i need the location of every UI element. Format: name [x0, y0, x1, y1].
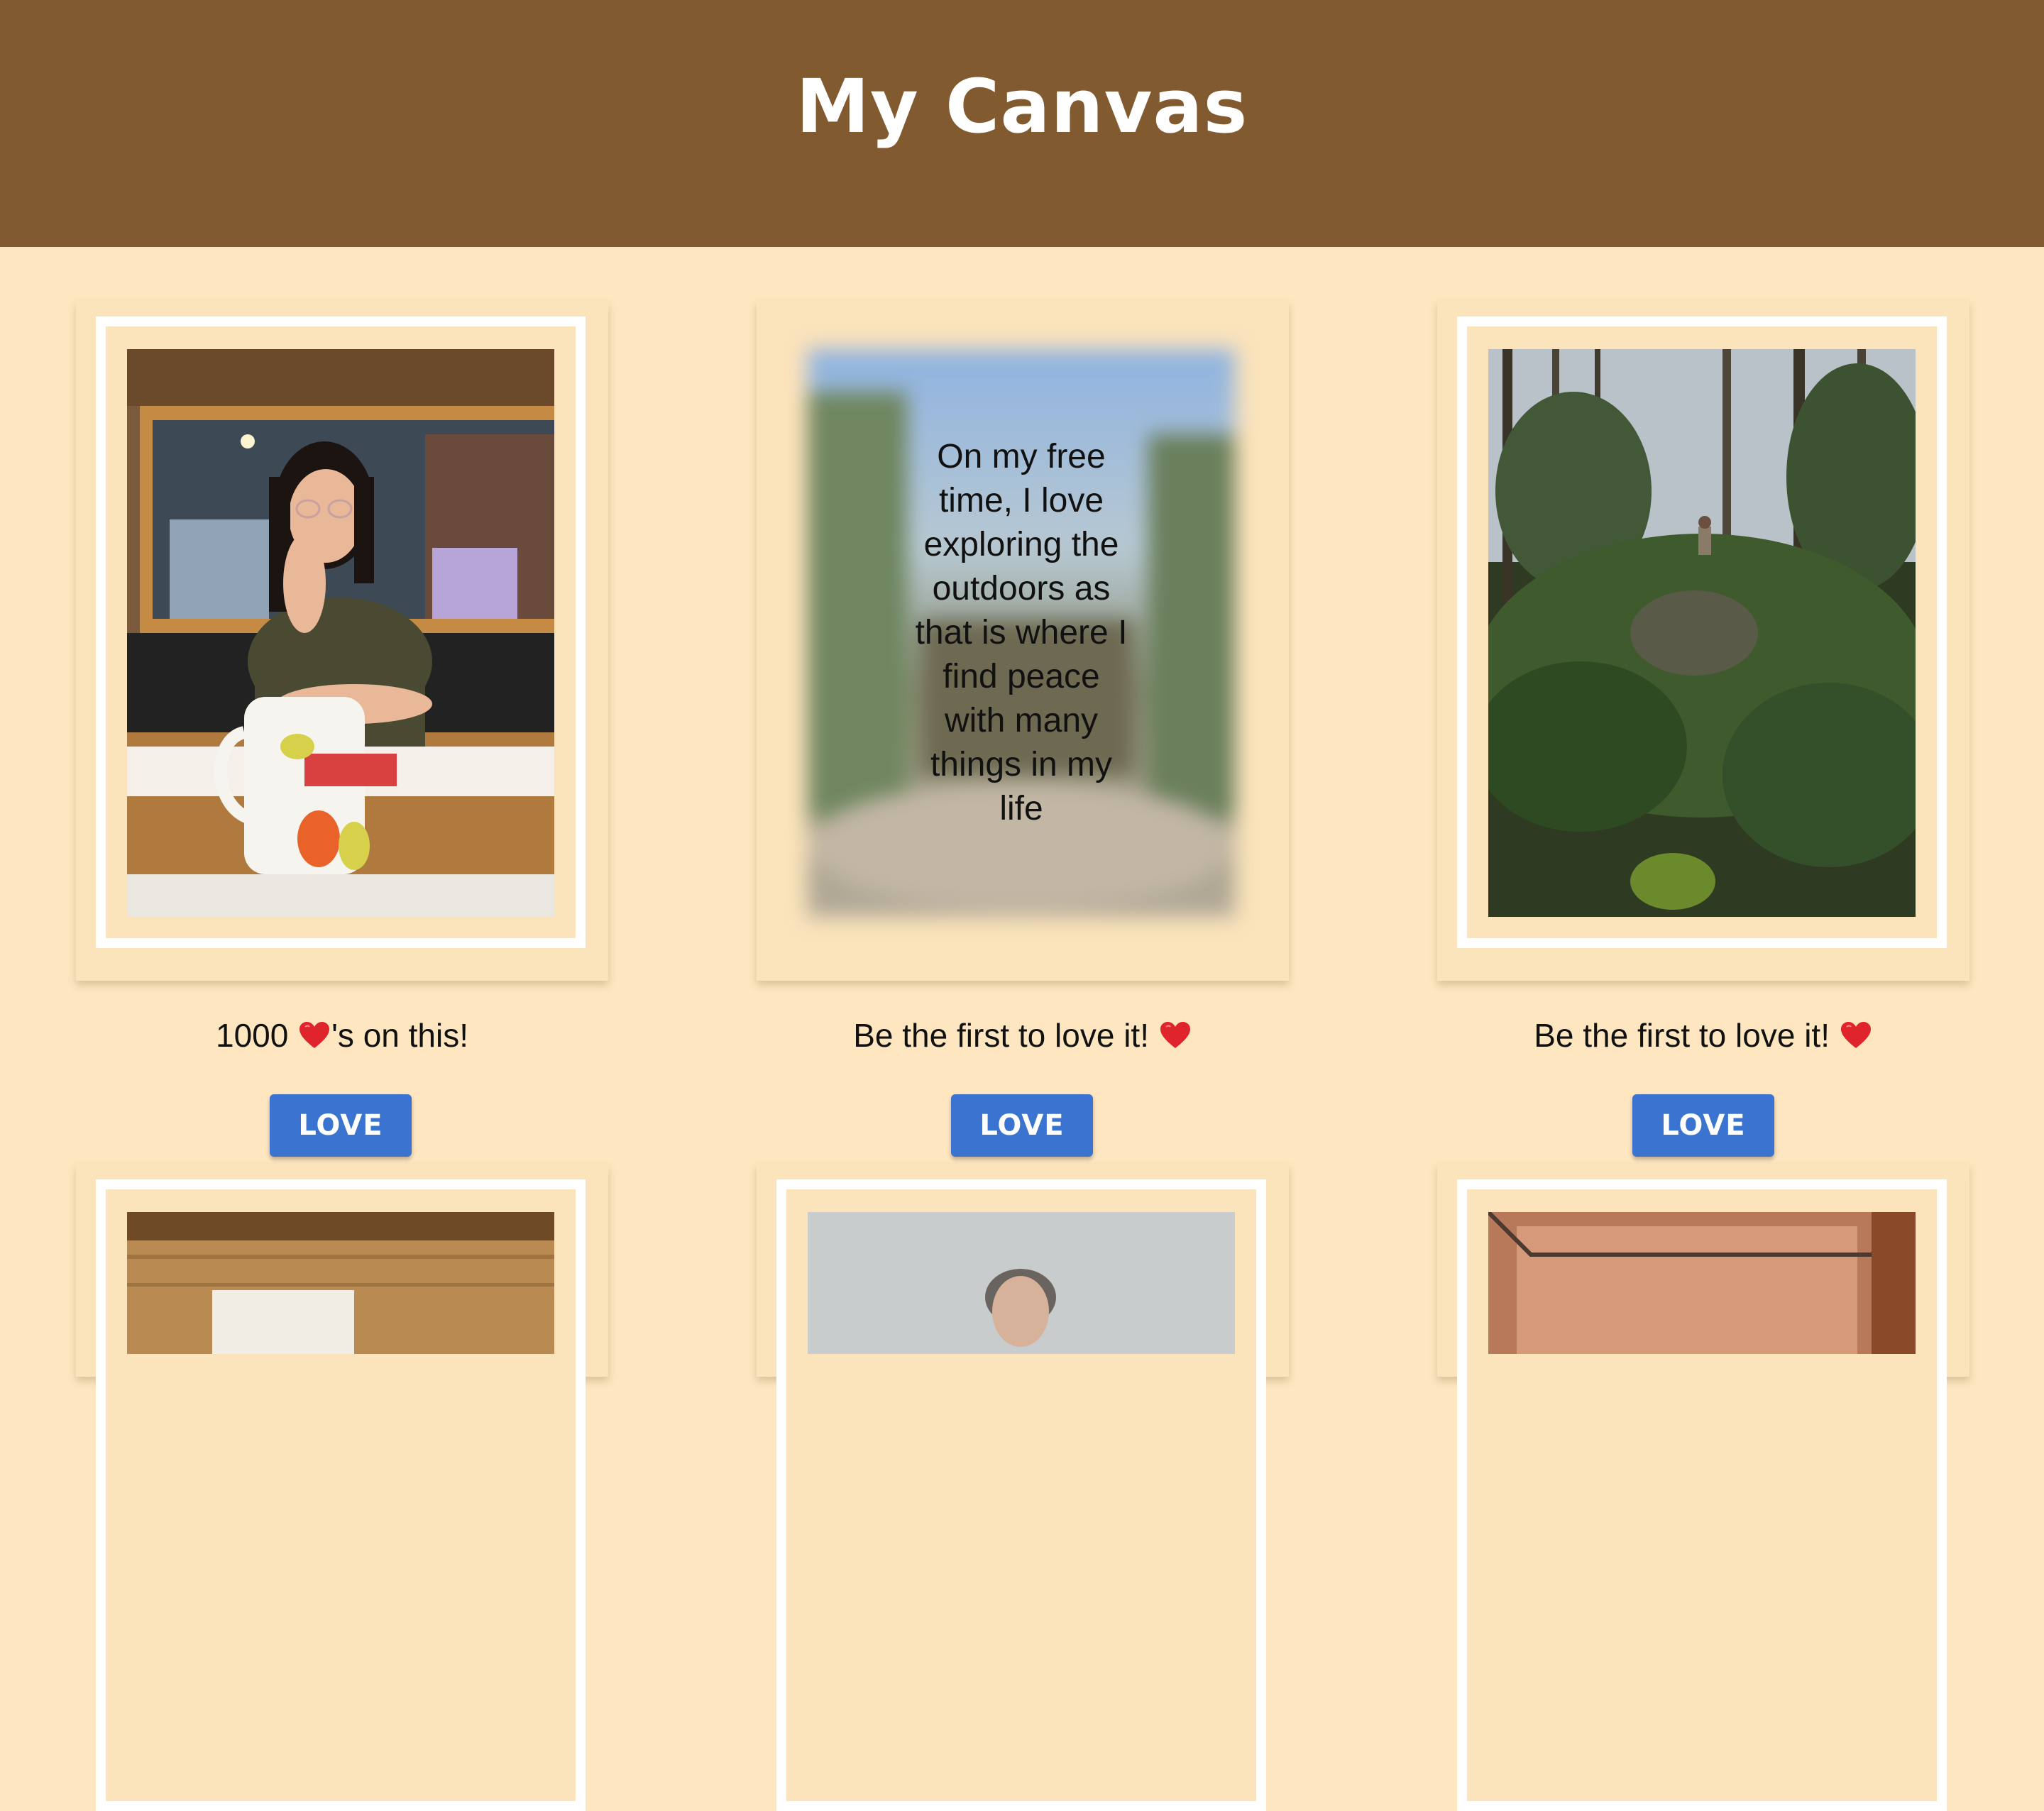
heart-icon	[1160, 1021, 1191, 1050]
picture-frame	[776, 1179, 1266, 1811]
picture-frame: On my free time, I love exploring the ou…	[776, 316, 1266, 948]
love-button[interactable]: LOVE	[951, 1094, 1093, 1157]
love-count: 1000	[216, 1017, 289, 1054]
heart-icon	[299, 1021, 330, 1050]
picture-frame	[96, 316, 586, 948]
canvas-card	[1437, 301, 1969, 981]
caption-text: Be the first to love it!	[853, 1017, 1149, 1054]
portrait-photo[interactable]	[127, 349, 554, 917]
picture-frame	[1457, 316, 1947, 948]
forest-photo[interactable]	[1488, 349, 1916, 917]
love-caption: Be the first to love it!	[1437, 1016, 1969, 1055]
caption-text: Be the first to love it!	[1534, 1017, 1830, 1054]
wood-photo[interactable]	[127, 1212, 554, 1354]
page-title: My Canvas	[796, 63, 1248, 150]
canvas-card	[76, 301, 608, 981]
picture-frame	[96, 1179, 586, 1811]
canvas-card	[76, 1164, 608, 1811]
heart-icon	[1840, 1021, 1872, 1050]
caption-suffix: 's on this!	[331, 1017, 468, 1054]
picture-frame	[1457, 1179, 1947, 1811]
love-button[interactable]: LOVE	[1632, 1094, 1774, 1157]
card-hover-text: On my free time, I love exploring the ou…	[915, 438, 1128, 827]
canvas-card	[1437, 1164, 1969, 1811]
love-caption: Be the first to love it!	[757, 1016, 1289, 1055]
page-header: My Canvas	[0, 0, 2044, 247]
tent-photo[interactable]	[1488, 1212, 1916, 1354]
person-photo[interactable]	[808, 1212, 1235, 1354]
love-button[interactable]: LOVE	[270, 1094, 412, 1157]
love-count-caption: 1000 's on this!	[76, 1016, 608, 1055]
canvas-card: On my free time, I love exploring the ou…	[757, 301, 1289, 981]
canvas-card	[757, 1164, 1289, 1811]
